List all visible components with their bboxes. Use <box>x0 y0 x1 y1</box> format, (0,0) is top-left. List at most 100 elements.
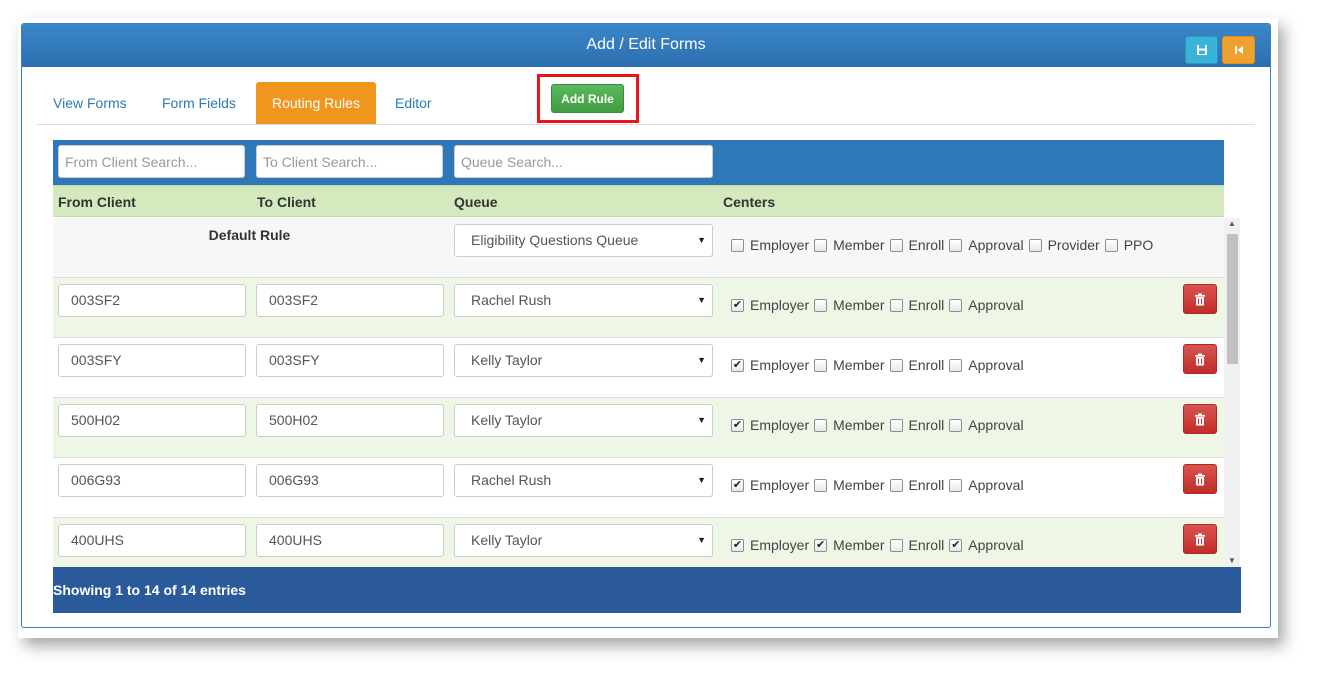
default-rule-label: Default Rule <box>208 227 291 243</box>
trash-icon <box>1195 473 1205 485</box>
center-checkbox[interactable] <box>1104 238 1118 252</box>
center-checkbox[interactable]: ✔ <box>814 538 828 552</box>
trash-icon <box>1195 353 1205 365</box>
center-checkbox[interactable]: ✔ <box>731 478 744 492</box>
queue-select[interactable]: Eligibility Questions Queue ▼ <box>454 224 713 257</box>
entries-info: Showing 1 to 14 of 14 entries <box>53 582 246 598</box>
delete-rule-button[interactable] <box>1183 404 1217 434</box>
delete-rule-button[interactable] <box>1183 344 1217 374</box>
scroll-thumb[interactable] <box>1227 234 1238 364</box>
tab-view-forms[interactable]: View Forms <box>37 82 143 124</box>
tab-form-fields[interactable]: Form Fields <box>146 82 252 124</box>
caret-down-icon: ▼ <box>697 355 706 365</box>
scroll-down-arrow-icon[interactable]: ▼ <box>1224 555 1240 567</box>
from-client-field[interactable]: 003SFY <box>58 344 246 377</box>
from-client-field[interactable]: 400UHS <box>58 524 246 557</box>
queue-search-input[interactable] <box>454 145 713 178</box>
center-checkbox[interactable] <box>949 238 963 252</box>
center-checkbox[interactable]: ✔ <box>731 418 744 432</box>
tab-routing-rules[interactable]: Routing Rules <box>256 82 376 124</box>
queue-select[interactable]: Rachel Rush ▼ <box>454 284 713 317</box>
queue-select-value: Kelly Taylor <box>471 352 543 368</box>
center-checkbox[interactable] <box>1028 238 1042 252</box>
center-checkbox[interactable] <box>889 358 903 372</box>
scroll-up-arrow-icon[interactable]: ▲ <box>1224 218 1240 230</box>
center-label: PPO <box>1123 237 1154 253</box>
add-rule-button[interactable]: Add Rule <box>551 84 624 113</box>
to-client-search-input[interactable] <box>256 145 443 178</box>
queue-select-value: Eligibility Questions Queue <box>471 232 639 248</box>
save-button[interactable] <box>1185 36 1218 64</box>
center-checkbox[interactable]: ✔ <box>731 538 744 552</box>
queue-select[interactable]: Rachel Rush ▼ <box>454 464 713 497</box>
from-client-field[interactable]: 500H02 <box>58 404 246 437</box>
center-checkbox[interactable] <box>814 418 828 432</box>
center-label: Enroll <box>908 477 945 493</box>
center-label: Approval <box>968 297 1024 313</box>
centers-group: ✔ Employer Member Enroll Approval <box>731 295 1029 315</box>
to-client-field[interactable]: 400UHS <box>256 524 444 557</box>
center-checkbox[interactable] <box>949 298 963 312</box>
center-label: Enroll <box>908 537 945 553</box>
center-checkbox[interactable] <box>889 238 903 252</box>
center-label: Member <box>833 417 885 433</box>
delete-rule-button[interactable] <box>1183 464 1217 494</box>
tab-editor[interactable]: Editor <box>379 82 448 124</box>
caret-down-icon: ▼ <box>697 415 706 425</box>
centers-group: ✔ Employer Member Enroll Approval <box>731 415 1029 435</box>
center-checkbox[interactable]: ✔ <box>731 358 744 372</box>
center-checkbox[interactable] <box>949 478 963 492</box>
add-rule-highlight: Add Rule <box>537 74 639 123</box>
from-client-field[interactable]: 006G93 <box>58 464 246 497</box>
center-label: Member <box>833 537 885 553</box>
centers-group: Employer Member Enroll Approval Provider… <box>731 235 1158 255</box>
to-client-field[interactable]: 006G93 <box>256 464 444 497</box>
to-client-field[interactable]: 500H02 <box>256 404 444 437</box>
from-client-field[interactable]: 003SF2 <box>58 284 246 317</box>
center-label: Employer <box>750 537 810 553</box>
back-button[interactable] <box>1222 36 1255 64</box>
center-checkbox[interactable]: ✔ <box>731 298 744 312</box>
rules-table-body: Default Rule Eligibility Questions Queue… <box>53 218 1224 567</box>
center-label: Member <box>833 297 885 313</box>
caret-down-icon: ▼ <box>697 535 706 545</box>
center-checkbox[interactable] <box>814 238 828 252</box>
center-checkbox[interactable] <box>731 238 744 252</box>
to-client-field[interactable]: 003SF2 <box>256 284 444 317</box>
queue-select-value: Kelly Taylor <box>471 412 543 428</box>
center-checkbox[interactable] <box>949 358 963 372</box>
column-header-from-client: From Client <box>58 194 136 210</box>
queue-select[interactable]: Kelly Taylor ▼ <box>454 344 713 377</box>
skip-back-icon <box>1234 46 1243 54</box>
delete-rule-button[interactable] <box>1183 284 1217 314</box>
center-checkbox[interactable] <box>889 298 903 312</box>
table-row: 500H02 500H02 Kelly Taylor ▼ ✔ Employer M… <box>53 398 1224 458</box>
center-label: Employer <box>750 357 810 373</box>
trash-icon <box>1195 413 1205 425</box>
centers-group: ✔ Employer ✔ Member Enroll ✔ Approval <box>731 535 1029 555</box>
table-scrollbar[interactable]: ▲ ▼ <box>1224 218 1240 567</box>
centers-group: ✔ Employer Member Enroll Approval <box>731 475 1029 495</box>
delete-rule-button[interactable] <box>1183 524 1217 554</box>
save-icon <box>1196 45 1207 55</box>
center-label: Employer <box>750 417 810 433</box>
center-label: Employer <box>750 477 810 493</box>
table-header: From Client To Client Queue Centers <box>53 185 1224 217</box>
center-checkbox[interactable] <box>889 478 903 492</box>
table-row: 006G93 006G93 Rachel Rush ▼ ✔ Employer Me… <box>53 458 1224 518</box>
to-client-field[interactable]: 003SFY <box>256 344 444 377</box>
table-row: 003SFY 003SFY Kelly Taylor ▼ ✔ Employer M… <box>53 338 1224 398</box>
queue-select[interactable]: Kelly Taylor ▼ <box>454 524 713 557</box>
center-checkbox[interactable] <box>889 538 903 552</box>
center-checkbox[interactable] <box>814 298 828 312</box>
from-client-search-input[interactable] <box>58 145 245 178</box>
queue-select[interactable]: Kelly Taylor ▼ <box>454 404 713 437</box>
center-checkbox[interactable] <box>949 418 963 432</box>
title-bar: Add / Edit Forms <box>22 24 1270 67</box>
center-checkbox[interactable]: ✔ <box>949 538 963 552</box>
center-checkbox[interactable] <box>814 358 828 372</box>
table-row: 003SF2 003SF2 Rachel Rush ▼ ✔ Employer Me… <box>53 278 1224 338</box>
center-checkbox[interactable] <box>814 478 828 492</box>
window-title: Add / Edit Forms <box>586 36 706 53</box>
center-checkbox[interactable] <box>889 418 903 432</box>
